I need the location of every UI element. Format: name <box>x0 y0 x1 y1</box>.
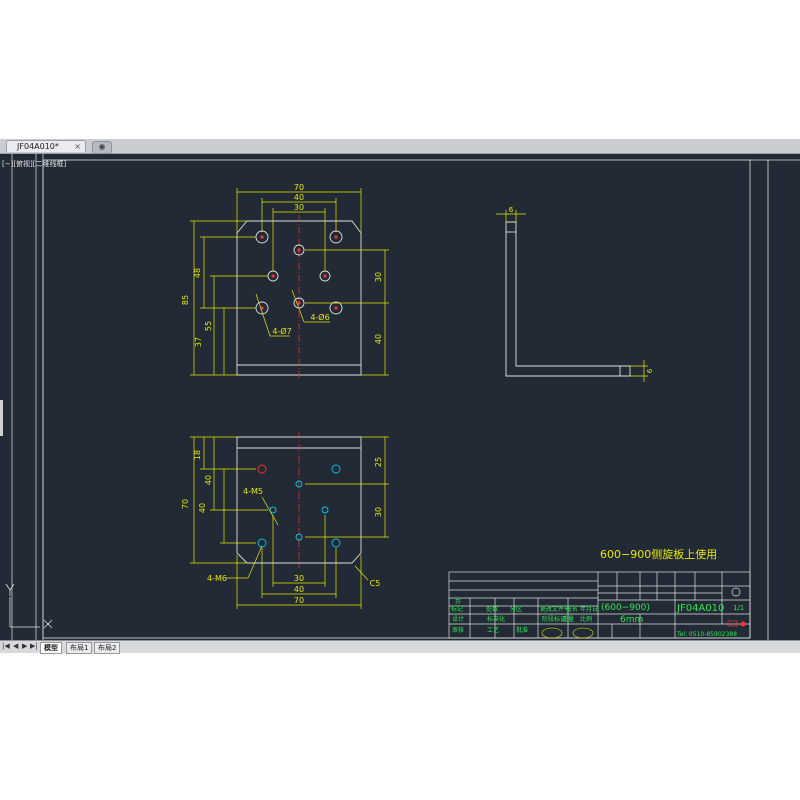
close-icon[interactable]: × <box>74 141 81 153</box>
layout-tab-bar: |◀ ◀ ▶ ▶| 模型 布局1 布局2 <box>0 640 800 654</box>
tab-model[interactable]: 模型 <box>40 642 62 654</box>
tab-layout1[interactable]: 布局1 <box>66 642 93 654</box>
document-tab[interactable]: JF04A010* × <box>6 140 86 152</box>
drawing-canvas[interactable] <box>0 154 800 640</box>
first-layout-button[interactable]: |◀ <box>2 642 10 650</box>
viewport-controls[interactable]: [−][俯视][二维线框] <box>2 159 66 169</box>
plus-icon: ◉ <box>98 142 106 151</box>
document-tab-title: JF04A010* <box>17 142 59 151</box>
next-layout-button[interactable]: ▶ <box>22 642 27 650</box>
document-tab-bar: JF04A010* × ◉ <box>0 139 800 154</box>
new-tab-button[interactable]: ◉ <box>92 141 112 154</box>
last-layout-button[interactable]: ▶| <box>30 642 38 650</box>
tab-layout2[interactable]: 布局2 <box>94 642 121 654</box>
prev-layout-button[interactable]: ◀ <box>13 642 18 650</box>
